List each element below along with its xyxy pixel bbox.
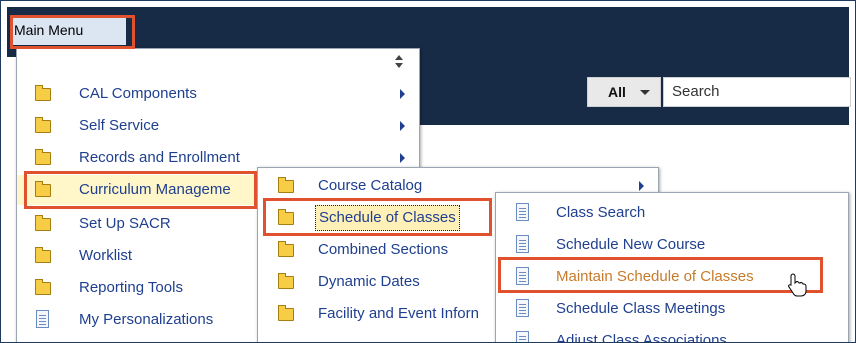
search-scope-dropdown[interactable]: All (587, 77, 661, 107)
folder-icon (278, 305, 294, 321)
menu-item-label: Maintain Schedule of Classes (556, 268, 754, 285)
menu-item-label: Self Service (79, 117, 160, 134)
document-icon (516, 331, 529, 342)
menu-item-label: Set Up SACR (79, 215, 171, 232)
search-scope-label: All (608, 84, 626, 100)
folder-icon (35, 117, 51, 133)
menu-item-adjust-class-associations[interactable]: Adjust Class Associations (496, 326, 848, 343)
main-menu-button[interactable]: Main Menu (10, 15, 126, 45)
folder-icon (35, 279, 51, 295)
folder-icon (35, 181, 51, 197)
menu-item-schedule-new-course[interactable]: Schedule New Course (496, 230, 848, 260)
schedule-of-classes-submenu: Class Search Schedule New Course Maintai… (495, 192, 849, 343)
menu-item-label: Course Catalog (318, 177, 423, 194)
folder-icon (278, 177, 294, 193)
menu-item-schedule-class-meetings[interactable]: Schedule Class Meetings (496, 294, 848, 324)
folder-icon (35, 247, 51, 263)
document-icon (516, 235, 529, 253)
menu-item-label: CAL Components (79, 85, 197, 102)
app-frame: Main Menu All Search CAL Components Self… (0, 0, 856, 343)
menu-item-label: Records and Enrollment (79, 149, 240, 166)
menu-item-label: Schedule of Classes (315, 205, 460, 231)
chevron-right-icon (639, 181, 644, 191)
document-icon (36, 310, 49, 328)
menu-item-label: Reporting Tools (79, 279, 183, 296)
search-input[interactable]: Search (663, 77, 851, 107)
menu-item-label: Schedule New Course (556, 236, 706, 253)
menu-item-cal-components[interactable]: CAL Components (17, 79, 419, 109)
menu-scroll-icon[interactable] (395, 53, 405, 71)
folder-icon (278, 241, 294, 257)
hand-pointer-icon (788, 273, 807, 297)
chevron-right-icon (400, 153, 405, 163)
menu-item-label: Dynamic Dates (318, 273, 420, 290)
menu-item-label: Class Search (556, 204, 646, 221)
menu-item-label: My Personalizations (79, 311, 214, 328)
document-icon (516, 267, 529, 285)
document-icon (516, 299, 529, 317)
folder-icon (278, 209, 294, 225)
chevron-right-icon (400, 89, 405, 99)
folder-icon (278, 273, 294, 289)
document-icon (516, 203, 529, 221)
menu-item-label: Facility and Event Inforn (318, 305, 479, 322)
folder-icon (35, 215, 51, 231)
menu-item-label: Worklist (79, 247, 133, 264)
chevron-down-icon (640, 90, 650, 95)
menu-item-label: Adjust Class Associations (556, 332, 727, 343)
menu-item-class-search[interactable]: Class Search (496, 198, 848, 228)
menu-item-label: Curriculum Manageme (79, 181, 231, 198)
menu-item-label: Combined Sections (318, 241, 449, 258)
folder-icon (35, 85, 51, 101)
menu-item-self-service[interactable]: Self Service (17, 111, 419, 141)
folder-icon (35, 149, 51, 165)
menu-item-label: Schedule Class Meetings (556, 300, 726, 317)
chevron-right-icon (400, 121, 405, 131)
